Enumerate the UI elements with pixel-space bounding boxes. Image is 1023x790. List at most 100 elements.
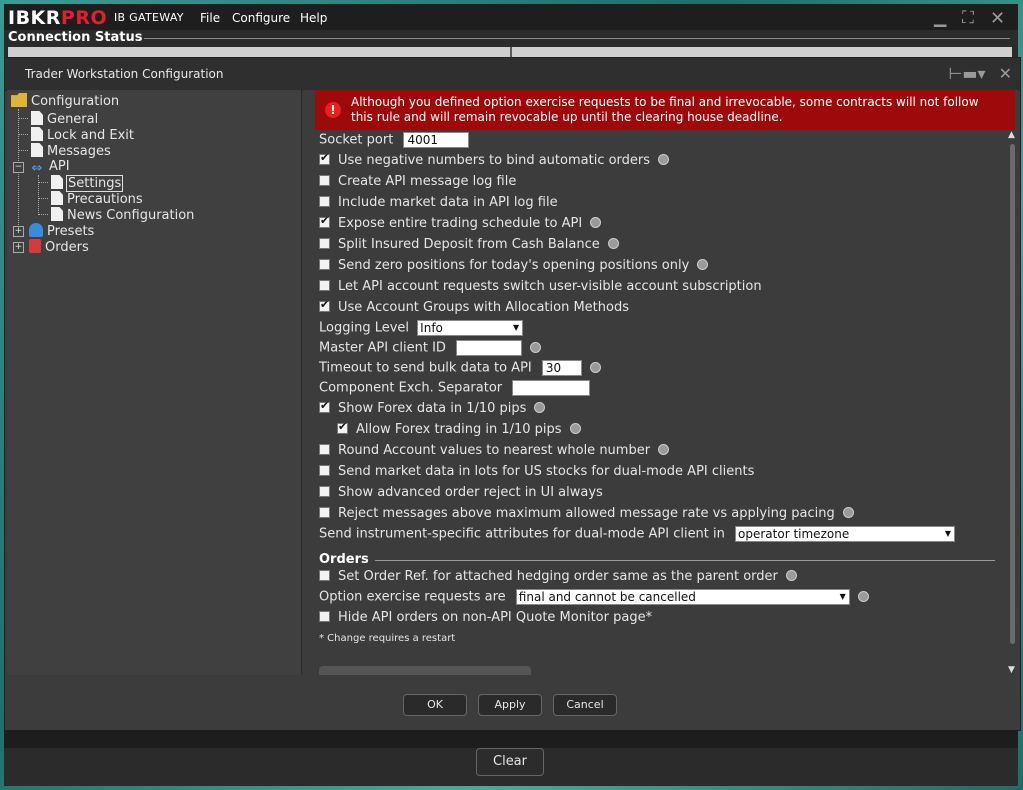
socket-port-label: Socket port xyxy=(319,132,394,148)
checkbox[interactable] xyxy=(319,214,330,228)
checkbox[interactable] xyxy=(319,298,330,312)
info-icon[interactable] xyxy=(857,590,869,602)
vertical-scrollbar[interactable]: ▲ ▼ xyxy=(1007,130,1019,675)
checkbox[interactable] xyxy=(319,196,330,207)
document-icon xyxy=(31,111,43,125)
timeout-input[interactable]: 30 xyxy=(541,360,582,376)
tree-node-messages[interactable]: Messages xyxy=(31,143,111,159)
checkbox[interactable] xyxy=(319,151,330,165)
tree-node-news-config[interactable]: News Configuration xyxy=(51,207,194,223)
opt-account-groups[interactable]: Use Account Groups with Allocation Metho… xyxy=(319,298,629,315)
collapse-api-icon[interactable]: − xyxy=(13,162,24,173)
checkbox[interactable] xyxy=(319,507,330,518)
tree-node-precautions[interactable]: Precautions xyxy=(51,191,143,207)
opt-split-deposit[interactable]: Split Insured Deposit from Cash Balance xyxy=(319,237,619,252)
option-label: Allow Forex trading in 1/10 pips xyxy=(356,422,562,437)
scroll-thumb[interactable] xyxy=(1010,144,1015,644)
opt-market-data-log[interactable]: Include market data in API log file xyxy=(319,195,558,210)
attributes-select[interactable]: operator timezone xyxy=(735,526,956,542)
minimize-icon[interactable]: ▁ xyxy=(934,8,946,27)
opt-lots[interactable]: Send market data in lots for US stocks f… xyxy=(319,464,754,479)
info-icon[interactable] xyxy=(530,341,542,353)
checkbox[interactable] xyxy=(337,420,348,434)
info-icon[interactable] xyxy=(607,238,619,249)
checkbox[interactable] xyxy=(319,399,330,413)
opt-log-file[interactable]: Create API message log file xyxy=(319,174,516,189)
component-sep-row: Component Exch. Separator xyxy=(319,380,591,396)
exercise-select[interactable]: final and cannot be cancelled xyxy=(515,589,850,605)
master-client-input[interactable] xyxy=(456,340,523,356)
dialog-title: Trader Workstation Configuration xyxy=(25,67,224,81)
close-icon[interactable]: ✕ xyxy=(990,8,1005,29)
tree-node-presets[interactable]: Presets xyxy=(29,223,94,239)
info-icon[interactable] xyxy=(658,154,670,165)
api-arrows-icon: ⇔ xyxy=(31,161,43,176)
checkbox[interactable] xyxy=(319,175,330,186)
menu-file[interactable]: File xyxy=(200,11,220,25)
tree-node-orders[interactable]: Orders xyxy=(29,239,89,255)
cancel-button[interactable]: Cancel xyxy=(553,694,617,716)
checkbox[interactable] xyxy=(319,570,330,581)
opt-forex-data[interactable]: Show Forex data in 1/10 pips xyxy=(319,399,546,416)
checkbox[interactable] xyxy=(319,259,330,270)
opt-order-reject[interactable]: Show advanced order reject in UI always xyxy=(319,485,603,500)
tree-node-api[interactable]: ⇔ API xyxy=(29,159,70,176)
opt-forex-trading[interactable]: Allow Forex trading in 1/10 pips xyxy=(337,420,581,437)
opt-hide-api-orders[interactable]: Hide API orders on non-API Quote Monitor… xyxy=(319,610,652,625)
tree-node-general[interactable]: General xyxy=(31,111,98,127)
socket-port-input[interactable]: 4001 xyxy=(403,132,470,148)
opt-trading-schedule[interactable]: Expose entire trading schedule to API xyxy=(319,214,602,231)
tree-label-selected: Settings xyxy=(65,175,124,192)
checkbox[interactable] xyxy=(319,280,330,291)
option-label: Show Forex data in 1/10 pips xyxy=(338,401,527,416)
info-icon[interactable] xyxy=(590,217,602,228)
option-label: Let API account requests switch user-vis… xyxy=(338,279,762,294)
opt-order-ref[interactable]: Set Order Ref. for attached hedging orde… xyxy=(319,569,797,584)
info-icon[interactable] xyxy=(658,444,670,455)
checkbox[interactable] xyxy=(319,611,330,622)
scroll-up-icon[interactable]: ▲ xyxy=(1008,130,1015,140)
opt-account-switch[interactable]: Let API account requests switch user-vis… xyxy=(319,279,762,294)
info-icon[interactable] xyxy=(589,361,601,373)
opt-zero-positions[interactable]: Send zero positions for today's opening … xyxy=(319,258,709,273)
clear-button[interactable]: Clear xyxy=(476,748,544,776)
logging-level-select[interactable]: Info xyxy=(417,320,524,336)
checkbox[interactable] xyxy=(319,238,330,249)
status-strip xyxy=(4,730,1018,748)
alert-message: Although you defined option exercise req… xyxy=(351,95,979,124)
ok-button[interactable]: OK xyxy=(403,694,467,716)
opt-reject-messages[interactable]: Reject messages above maximum allowed me… xyxy=(319,506,854,521)
tree-label: Precautions xyxy=(67,192,143,207)
option-label: Create API message log file xyxy=(338,174,517,189)
clipped-button[interactable] xyxy=(319,666,531,675)
dialog-close-icon[interactable]: ✕ xyxy=(999,64,1012,83)
section-divider xyxy=(375,560,995,561)
expand-orders-icon[interactable]: + xyxy=(13,242,24,253)
tree-node-configuration[interactable]: Configuration xyxy=(11,93,119,109)
apply-button[interactable]: Apply xyxy=(478,694,542,716)
info-icon[interactable] xyxy=(842,507,854,518)
scroll-down-icon[interactable]: ▼ xyxy=(1008,665,1015,675)
info-icon[interactable] xyxy=(697,259,709,270)
info-icon[interactable] xyxy=(534,402,546,413)
opt-round-account[interactable]: Round Account values to nearest whole nu… xyxy=(319,443,670,458)
expand-presets-icon[interactable]: + xyxy=(13,226,24,237)
checkbox[interactable] xyxy=(319,486,330,497)
checkbox[interactable] xyxy=(319,465,330,476)
info-icon[interactable] xyxy=(785,570,797,581)
tree-guide xyxy=(18,150,28,151)
tree-guide xyxy=(38,214,48,215)
menu-configure[interactable]: Configure xyxy=(232,11,290,25)
pin-icon[interactable]: ⊢▬▾ xyxy=(948,64,985,83)
component-sep-input[interactable] xyxy=(512,380,591,396)
maximize-icon[interactable]: ⛶ xyxy=(962,8,974,28)
orders-section-title: Orders xyxy=(319,552,369,567)
info-icon[interactable] xyxy=(569,423,581,434)
logging-level-row: Logging Level Info xyxy=(319,320,524,336)
tree-node-lock-exit[interactable]: Lock and Exit xyxy=(31,127,134,143)
opt-negative-numbers[interactable]: Use negative numbers to bind automatic o… xyxy=(319,151,670,168)
checkbox[interactable] xyxy=(319,444,330,455)
settings-panel: Socket port 4001 Use negative numbers to… xyxy=(303,90,1019,675)
menu-help[interactable]: Help xyxy=(300,11,327,25)
tree-node-settings[interactable]: Settings xyxy=(51,175,124,192)
